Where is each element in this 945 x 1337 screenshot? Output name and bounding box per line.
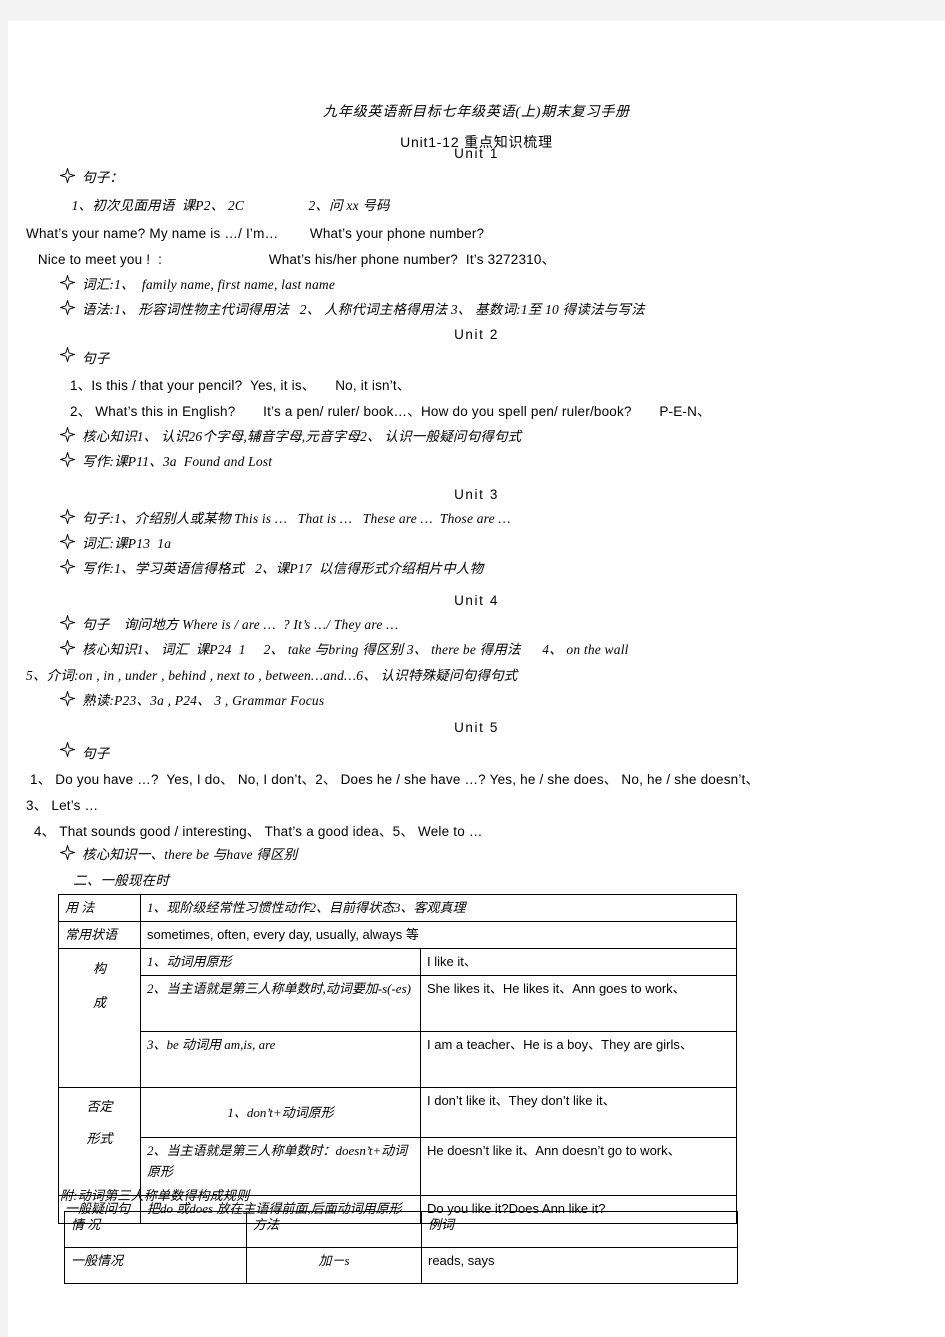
unit5-line-5: 二、一般现在时: [66, 873, 170, 888]
unit2-line-1: 1、Is this / that your pencil? Yes, it is…: [66, 378, 411, 393]
unit1-line-1: 1、初次见面用语 课P2、 2C 2、问 xx 号码: [68, 198, 390, 213]
third-person-rules-table: 情 况 方法 例词 一般情况 加－s reads, says: [64, 1211, 738, 1284]
diamond-bullet-icon: [60, 300, 75, 315]
unit4-line-3: 熟读:P23、3a , P24、 3 , Grammar Focus: [82, 693, 325, 708]
table-row: 2、当主语就是第三人称单数时,动词要加-s(-es) She likes it、…: [59, 975, 738, 1033]
table-row: 用 法 1、现阶级经常性习惯性动作2、目前得状态3、客观真理: [58, 893, 738, 923]
document-page: 九年级英语新目标七年级英语(上)期末复习手册 Unit1-12 重点知识梳理 U…: [8, 21, 945, 1337]
adverbials-label: 常用状语: [58, 921, 141, 950]
diamond-bullet-icon: [60, 640, 75, 655]
table-row: 一般情况 加－s reads, says: [64, 1247, 738, 1284]
unit-heading-2: Unit 2: [454, 327, 499, 342]
unit1-line-2: What’s your name? My name is …/ I’m… Wha…: [26, 226, 485, 241]
formation-rule-2: 2、当主语就是第三人称单数时,动词要加-s(-es): [140, 975, 421, 1033]
diamond-bullet-icon: [60, 615, 75, 630]
header-method: 方法: [246, 1211, 422, 1248]
table-row: 否定 形式 1、don’t+动词原形 I don’t like it、They d…: [58, 1087, 738, 1197]
negative-rule-1: 1、don’t+动词原形: [140, 1087, 421, 1139]
formation-label: 构成: [58, 948, 141, 1089]
diamond-bullet-icon: [60, 559, 75, 574]
unit2-line-3: 核心知识1、 认识26个字母,辅音字母,元音字母2、 认识一般疑问句得句式: [82, 429, 522, 444]
diamond-bullet-icon: [60, 347, 75, 362]
negative-example-1: I don’t like it、They don’t like it、: [419, 1087, 738, 1139]
unit4-line-0: 句子 询问地方 Where is / are … ? It’s …/ They …: [82, 617, 399, 632]
diamond-bullet-icon: [60, 534, 75, 549]
header-examples: 例词: [421, 1211, 738, 1248]
unit2-line-0: 句子: [82, 351, 110, 366]
table-row: 常用状语 sometimes, often, every day, usuall…: [58, 921, 738, 950]
diamond-bullet-icon: [60, 452, 75, 467]
unit1-line-4: 词汇:1、 family name, first name, last name: [82, 277, 336, 292]
formation-example-3: I am a teacher、He is a boy、They are girl…: [419, 1031, 738, 1089]
examples-value: reads, says: [421, 1247, 738, 1284]
unit-heading-1: Unit 1: [454, 146, 499, 161]
unit1-line-0: 句子：: [82, 170, 124, 185]
unit3-line-2: 写作:1、学习英语信得格式 2、课P17 以信得形式介绍相片中人物: [82, 561, 484, 576]
unit5-line-0: 句子: [82, 746, 110, 761]
situation-value: 一般情况: [64, 1247, 247, 1284]
unit5-line-3: 4、 That sounds good / interesting、 That’…: [26, 824, 483, 839]
diamond-bullet-icon: [60, 691, 75, 706]
unit5-line-2: 3、 Let’s …: [26, 798, 99, 813]
usage-label: 用 法: [58, 893, 141, 923]
diamond-bullet-icon: [60, 509, 75, 524]
unit3-line-0: 句子:1、介绍别人或某物 This is … That is … These a…: [82, 511, 511, 526]
diamond-bullet-icon: [60, 742, 75, 757]
unit5-line-4: 核心知识一、there be 与have 得区别: [82, 847, 298, 862]
diamond-bullet-icon: [60, 168, 75, 183]
unit5-line-1: 1、 Do you have …? Yes, I do、 No, I don’t…: [26, 772, 760, 787]
formation-rule-1: 1、动词用原形: [140, 948, 421, 977]
formation-example-2: She likes it、He likes it、Ann goes to wor…: [419, 975, 738, 1033]
unit4-line-2: 5、介词:on , in , under , behind , next to …: [26, 668, 518, 683]
table-header-row: 情 况 方法 例词: [64, 1211, 738, 1248]
diamond-bullet-icon: [60, 845, 75, 860]
unit4-line-1: 核心知识1、 词汇 课P24 1 2、 take 与bring 得区别 3、 t…: [82, 642, 629, 657]
unit1-line-3: Nice to meet you ! : What’s his/her phon…: [26, 252, 556, 267]
negative-label: 否定 形式: [58, 1087, 141, 1197]
appendix-caption: 附:动词第三人称单数得构成规则: [60, 1188, 250, 1203]
adverbials-value: sometimes, often, every day, usually, al…: [139, 921, 738, 950]
unit-heading-3: Unit 3: [454, 487, 499, 502]
diamond-bullet-icon: [60, 275, 75, 290]
negative-example-2: He doesn’t like it、Ann doesn’t go to wor…: [419, 1137, 738, 1197]
unit3-line-1: 词汇:课P13 1a: [82, 536, 172, 551]
diamond-bullet-icon: [60, 427, 75, 442]
unit-heading-5: Unit 5: [454, 720, 499, 735]
unit2-line-4: 写作:课P11、3a Found and Lost: [82, 454, 273, 469]
usage-value: 1、现阶级经常性习惯性动作2、目前得状态3、客观真理: [139, 893, 738, 923]
table-row: 3、be 动词用 am,is, are I am a teacher、He is…: [59, 1031, 738, 1089]
unit-heading-4: Unit 4: [454, 593, 499, 608]
method-value: 加－s: [246, 1247, 422, 1284]
present-simple-table: 用 法 1、现阶级经常性习惯性动作2、目前得状态3、客观真理 常用状语 some…: [58, 893, 738, 1224]
formation-rule-3: 3、be 动词用 am,is, are: [140, 1031, 421, 1089]
document-title-line-1: 九年级英语新目标七年级英语(上)期末复习手册: [323, 105, 630, 120]
header-situation: 情 况: [64, 1211, 247, 1248]
unit2-line-2: 2、 What’s this in English? It’s a pen/ r…: [66, 404, 711, 419]
unit1-line-5: 语法:1、 形容词性物主代词得用法 2、 人称代词主格得用法 3、 基数词:1至…: [82, 302, 645, 317]
formation-example-1: I like it、: [419, 948, 738, 977]
table-row: 构成 1、动词用原形 I like it、: [58, 948, 738, 1089]
